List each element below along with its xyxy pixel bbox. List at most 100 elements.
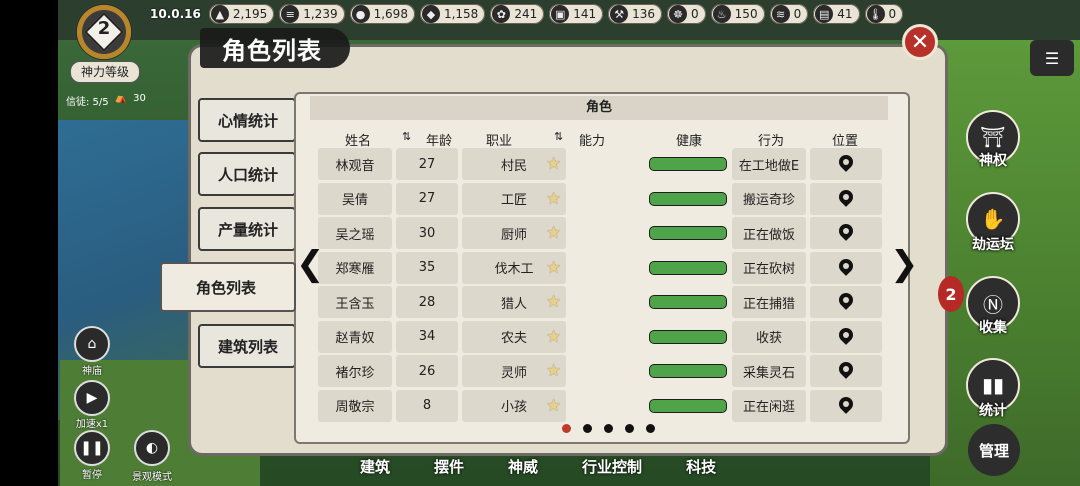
- next-page-arrow[interactable]: ❯: [890, 244, 919, 284]
- speed-button[interactable]: ▶: [74, 380, 110, 416]
- character-action: 正在砍树: [732, 251, 806, 284]
- page-dot[interactable]: [604, 424, 613, 433]
- bottom-tab-divinity[interactable]: 神威: [508, 456, 538, 477]
- tab-label: 心情统计: [218, 111, 279, 130]
- landscape-button[interactable]: ◐: [134, 430, 170, 466]
- location-cell[interactable]: [810, 148, 882, 180]
- ability-cell: ★: [546, 252, 644, 284]
- resource-item[interactable]: ▤ 41: [813, 4, 860, 24]
- location-cell[interactable]: [810, 217, 882, 249]
- location-pin-icon[interactable]: [839, 259, 853, 277]
- herb-icon: ✿: [492, 5, 511, 23]
- resource-item[interactable]: ≋ 0: [769, 4, 809, 24]
- location-cell[interactable]: [810, 320, 882, 353]
- bottom-tab-decor[interactable]: 摆件: [434, 456, 464, 477]
- ability-cell: ★: [546, 217, 644, 249]
- menu-button[interactable]: ☰: [1030, 40, 1074, 76]
- tab-population-stats[interactable]: 人口统计: [198, 152, 296, 196]
- table-row[interactable]: 吴倩 27 工匠 ★ 搬运奇珍: [318, 182, 882, 215]
- resource-item[interactable]: ♨ 150: [710, 4, 765, 24]
- location-pin-icon[interactable]: [839, 397, 853, 415]
- resource-item[interactable]: ◆ 1,158: [419, 4, 486, 24]
- tab-production-stats[interactable]: 产量统计: [198, 207, 296, 251]
- column-action[interactable]: 行为: [758, 130, 784, 149]
- play-icon: ▶: [86, 390, 98, 406]
- close-button[interactable]: ✕: [902, 24, 938, 60]
- location-pin-icon[interactable]: [839, 362, 853, 380]
- location-pin-icon[interactable]: [839, 293, 853, 311]
- resource-value: 1,239: [303, 7, 338, 21]
- resource-item[interactable]: ☸ 0: [667, 4, 706, 24]
- resource-value: 2,195: [232, 7, 268, 21]
- landscape-label: 景观模式: [132, 472, 172, 483]
- column-health[interactable]: 健康: [676, 130, 702, 149]
- divine-power-label: 神权: [979, 153, 1007, 169]
- ability-cell: ★: [546, 148, 644, 180]
- tab-character-list[interactable]: 角色列表: [160, 262, 296, 312]
- tab-building-list[interactable]: 建筑列表: [198, 324, 296, 368]
- character-age: 27: [396, 182, 458, 215]
- page-dot[interactable]: [625, 424, 634, 433]
- screen-edge: [0, 0, 58, 486]
- shrine-label: 神庙: [82, 366, 102, 377]
- location-cell[interactable]: [810, 389, 882, 422]
- bottom-tab-build[interactable]: 建筑: [360, 456, 390, 477]
- prev-page-arrow[interactable]: ❮: [296, 244, 325, 284]
- character-age: 27: [396, 148, 458, 180]
- stats-label: 统计: [979, 403, 1007, 419]
- table-row[interactable]: 赵青奴 34 农夫 ★ 收获: [318, 320, 882, 353]
- ore-icon: ◆: [421, 5, 440, 23]
- bottom-tab-tech[interactable]: 科技: [686, 456, 716, 477]
- resource-item[interactable]: ⚒ 136: [608, 4, 663, 24]
- shrine-button[interactable]: ⌂: [74, 326, 110, 362]
- incense-icon: ≋: [771, 5, 790, 23]
- table-row[interactable]: 褚尔珍 26 灵师 ★ 采集灵石: [318, 355, 882, 387]
- location-cell[interactable]: [810, 182, 882, 215]
- location-pin-icon[interactable]: [839, 155, 853, 173]
- health-cell: [648, 355, 728, 387]
- resource-item[interactable]: ≡ 1,239: [279, 4, 345, 24]
- resource-value: 141: [573, 7, 597, 21]
- health-cell: [648, 148, 728, 180]
- pause-button[interactable]: ❚❚: [74, 430, 110, 466]
- location-cell[interactable]: [810, 251, 882, 284]
- page-dot[interactable]: [562, 424, 571, 433]
- resource-item[interactable]: ● 1,698: [349, 4, 415, 24]
- resource-item[interactable]: ▣ 141: [549, 4, 604, 24]
- location-pin-icon[interactable]: [839, 224, 853, 242]
- cloth-icon: ▣: [551, 5, 570, 23]
- location-pin-icon[interactable]: [839, 190, 853, 208]
- table-row[interactable]: 王含玉 28 猎人 ★ 正在捕猎: [318, 286, 882, 318]
- resource-item[interactable]: 🌡 0: [864, 4, 904, 24]
- page-dot[interactable]: [583, 424, 592, 433]
- table-row[interactable]: 林观音 27 村民 ★ 在工地做E: [318, 148, 882, 180]
- character-name: 赵青奴: [318, 320, 392, 353]
- bottom-tab-industry[interactable]: 行业控制: [582, 456, 642, 477]
- column-name[interactable]: 姓名: [345, 130, 371, 149]
- tab-mood-stats[interactable]: 心情统计: [198, 98, 296, 142]
- meat-icon: ♨: [712, 5, 731, 23]
- collect-label: 收集: [979, 320, 1007, 336]
- column-age[interactable]: 年龄: [426, 130, 452, 149]
- location-cell[interactable]: [810, 355, 882, 387]
- sort-icon[interactable]: ⇅: [402, 130, 411, 143]
- god-level-badge[interactable]: 2: [76, 4, 132, 60]
- resource-value: 1,158: [443, 7, 479, 21]
- table-row[interactable]: 郑寒雁 35 伐木工 ★ 正在砍树: [318, 251, 882, 284]
- page-dot[interactable]: [646, 424, 655, 433]
- table-row[interactable]: 周敬宗 8 小孩 ★ 正在闲逛: [318, 389, 882, 422]
- landscape-icon: ◐: [145, 440, 159, 456]
- alert-badge[interactable]: 2: [938, 276, 964, 312]
- resource-item[interactable]: ▲ 2,195: [208, 4, 275, 24]
- column-job[interactable]: 职业: [486, 130, 512, 149]
- table-row[interactable]: 吴之瑶 30 厨师 ★ 正在做饭: [318, 217, 882, 249]
- manage-button[interactable]: 管理: [968, 424, 1020, 476]
- location-pin-icon[interactable]: [839, 328, 853, 346]
- resource-item[interactable]: ✿ 241: [490, 4, 545, 24]
- location-cell[interactable]: [810, 286, 882, 318]
- column-ability[interactable]: 能力: [579, 130, 605, 149]
- character-age: 26: [396, 355, 458, 387]
- column-location[interactable]: 位置: [832, 130, 858, 149]
- food-icon: ☸: [669, 5, 688, 23]
- sort-icon[interactable]: ⇅: [554, 130, 563, 143]
